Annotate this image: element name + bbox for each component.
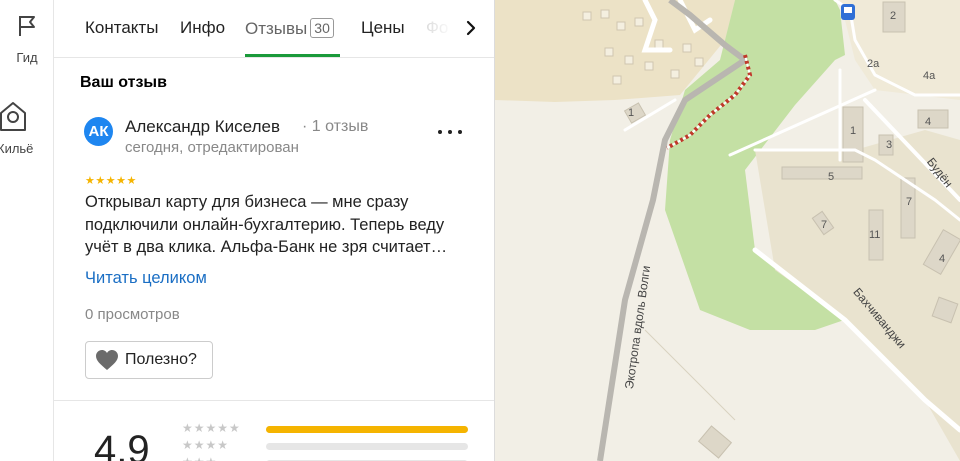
distribution-track (266, 443, 468, 450)
reviews-count-badge: 30 (310, 18, 334, 38)
house-number: 1 (850, 125, 857, 137)
read-more-link[interactable]: Читать целиком (85, 269, 207, 288)
house-number: 7 (821, 219, 828, 231)
house-icon (0, 102, 26, 131)
house-number: 11 (869, 229, 881, 241)
distribution-fill (266, 426, 468, 433)
distribution-stars: ★★★★★ (182, 421, 241, 435)
heart-icon (96, 350, 118, 370)
chevron-right-icon (466, 20, 476, 36)
useful-button-label: Полезно? (125, 351, 197, 368)
avatar[interactable]: АК (84, 117, 113, 146)
more-options-button[interactable] (438, 122, 462, 142)
sidebar-item-guide[interactable]: Гид (0, 14, 54, 65)
house-number: 7 (906, 196, 913, 208)
sidebar-item-label: Гид (16, 50, 38, 65)
distribution-stars: ★★★ (182, 455, 217, 461)
house-number: 1 (628, 107, 635, 119)
distribution-stars: ★★★★ (182, 438, 230, 452)
tabs-fade (414, 10, 454, 50)
useful-button[interactable]: Полезно? (85, 341, 213, 379)
tab-prices[interactable]: Цены (361, 18, 405, 38)
review-text: Открывал карту для бизнеса — мне сразу п… (85, 193, 448, 256)
map[interactable]: 2 2а 4а 1 3 4 5 7 7 11 4 1 Экотропа вдол… (495, 0, 960, 461)
tab-bar: Контакты Инфо Отзывы30 Цены Фо (54, 0, 494, 58)
review-date: сегодня, отредактирован (125, 139, 299, 156)
house-number: 3 (886, 139, 893, 151)
house-number: 4 (925, 116, 932, 128)
flag-icon (19, 16, 35, 36)
sidebar-item-housing[interactable]: Жильё (0, 100, 40, 156)
house-number: 2а (867, 58, 880, 70)
divider (54, 400, 494, 401)
views-count: 0 просмотров (85, 306, 180, 323)
average-rating: 4,9 (94, 428, 150, 461)
sidebar-item-label: Жильё (0, 141, 34, 156)
your-review-heading: Ваш отзыв (80, 74, 167, 91)
active-tab-indicator (245, 54, 340, 57)
house-number: 4 (939, 253, 946, 265)
author-review-count-value: 1 отзыв (311, 118, 369, 135)
tab-info[interactable]: Инфо (180, 18, 225, 38)
place-card-panel: Контакты Инфо Отзывы30 Цены Фо Ваш отзыв… (54, 0, 495, 461)
tab-reviews[interactable]: Отзывы 30 (245, 18, 334, 39)
author-review-count: · 1 отзыв (302, 118, 369, 135)
author-name[interactable]: Александр Киселев (125, 117, 280, 137)
map-canvas[interactable] (495, 0, 960, 461)
tab-contacts[interactable]: Контакты (85, 18, 158, 38)
tabs-next-button[interactable] (460, 16, 482, 40)
house-number: 2 (890, 10, 897, 22)
review-rating-stars: ★★★★★ (85, 175, 137, 187)
tab-reviews-label: Отзывы (245, 19, 308, 38)
left-rail: Гид Жильё (0, 0, 54, 461)
house-number: 5 (828, 171, 835, 183)
distribution-track (266, 426, 468, 433)
house-number: 4а (923, 70, 936, 82)
